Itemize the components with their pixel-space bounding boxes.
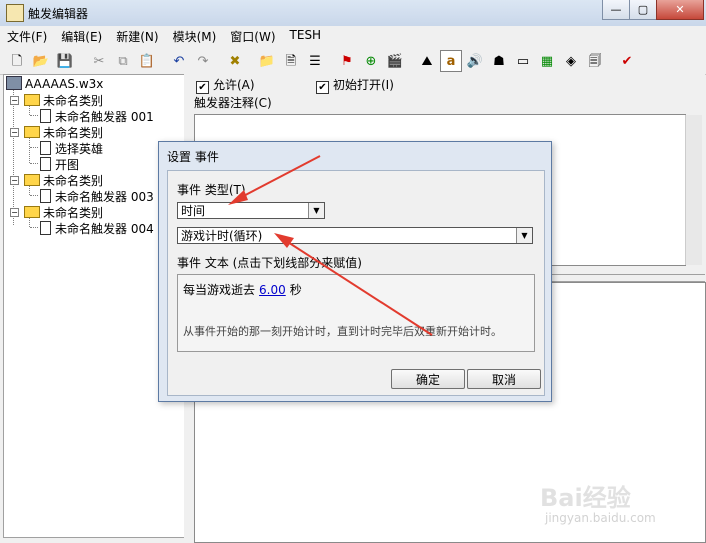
- seconds-value-link[interactable]: 6.00: [259, 283, 286, 297]
- new-category-icon[interactable]: 📁: [256, 50, 278, 72]
- tree-root-map[interactable]: AAAAAS.w3x: [6, 76, 103, 91]
- expander-cat1[interactable]: −: [10, 96, 19, 105]
- trigger-page-icon: [40, 189, 51, 203]
- new-action-icon[interactable]: 🎬: [384, 50, 406, 72]
- dropdown-arrow-icon[interactable]: ▼: [516, 228, 532, 243]
- object-editor-icon[interactable]: ☗: [488, 50, 510, 72]
- event-text-box: 每当游戏逝去 6.00 秒 从事件开始的那一刻开始计时，直到计时完毕后双重新开始计时…: [177, 274, 535, 352]
- event-type-select[interactable]: 时间 ▼: [177, 202, 325, 219]
- trigger-editor-icon[interactable]: a: [440, 50, 462, 72]
- folder-icon: [24, 94, 40, 106]
- tree-category-1[interactable]: 未命名类别: [24, 92, 103, 109]
- configure-event-dialog: 设置 事件 事件 类型(T) 时间 ▼ 游戏计时(循环) ▼ 事件 文本 (点击…: [158, 141, 552, 402]
- folder-icon: [24, 206, 40, 218]
- tree-trigger-open-map[interactable]: 开图: [40, 156, 79, 173]
- menu-tesh[interactable]: TESH: [283, 26, 329, 46]
- checkmark-icon: ✔: [316, 81, 329, 94]
- copy-icon[interactable]: ⧉: [112, 50, 134, 72]
- campaign-editor-icon[interactable]: ▭: [512, 50, 534, 72]
- object-manager-icon[interactable]: ◈: [560, 50, 582, 72]
- tree-trigger-001[interactable]: 未命名触发器 001: [40, 108, 154, 125]
- menu-window[interactable]: 窗口(W): [223, 26, 282, 46]
- ai-editor-icon[interactable]: ▦: [536, 50, 558, 72]
- new-event-flag-icon[interactable]: ⚑: [336, 50, 358, 72]
- comment-scrollbar[interactable]: [685, 115, 702, 265]
- menu-module[interactable]: 模块(M): [166, 26, 224, 46]
- minimize-button[interactable]: —: [602, 0, 630, 20]
- menu-edit[interactable]: 编辑(E): [54, 26, 109, 46]
- watermark-logo: Bai经验: [540, 484, 631, 512]
- cancel-button[interactable]: 取消: [467, 369, 541, 389]
- trigger-page-icon: [40, 221, 51, 235]
- ok-button[interactable]: 确定: [391, 369, 465, 389]
- new-condition-icon[interactable]: ⊕: [360, 50, 382, 72]
- delete-x-icon[interactable]: ✖: [224, 50, 246, 72]
- expander-cat2[interactable]: −: [10, 128, 19, 137]
- app-icon: [6, 4, 24, 22]
- toolbar: 🗋 📂 💾 ✂ ⧉ 📋 ↶ ↷ ✖ 📁 🗎 ☰ ⚑ ⊕ 🎬 ⛰ a 🔊 ☗ ▭ …: [0, 46, 706, 75]
- undo-icon[interactable]: ↶: [168, 50, 190, 72]
- cut-icon[interactable]: ✂: [88, 50, 110, 72]
- save-icon[interactable]: 💾: [54, 50, 76, 72]
- new-trigger-icon[interactable]: 🗎: [280, 50, 302, 72]
- maximize-button[interactable]: ▢: [629, 0, 657, 20]
- title-bar: 触发编辑器 — ▢ ✕: [0, 0, 706, 27]
- window-title: 触发编辑器: [28, 7, 89, 21]
- trigger-page-icon: [40, 109, 51, 123]
- sound-editor-icon[interactable]: 🔊: [464, 50, 486, 72]
- tree-trigger-select-hero[interactable]: 选择英雄: [40, 140, 103, 157]
- expander-cat4[interactable]: −: [10, 208, 19, 217]
- dialog-title: 设置 事件: [167, 150, 219, 164]
- event-text-label: 事件 文本 (点击下划线部分来赋值): [177, 256, 362, 270]
- folder-icon: [24, 174, 40, 186]
- new-file-icon[interactable]: 🗋: [6, 50, 28, 72]
- tree-trigger-004[interactable]: 未命名触发器 004: [40, 220, 154, 237]
- tree-category-3[interactable]: 未命名类别: [24, 172, 103, 189]
- redo-icon[interactable]: ↷: [192, 50, 214, 72]
- menu-file[interactable]: 文件(F): [0, 26, 54, 46]
- tree-category-2[interactable]: 未命名类别: [24, 124, 103, 141]
- menu-bar: 文件(F) 编辑(E) 新建(N) 模块(M) 窗口(W) TESH: [0, 26, 706, 46]
- open-folder-icon[interactable]: 📂: [30, 50, 52, 72]
- enabled-checkbox[interactable]: ✔ 允许(A): [196, 76, 255, 94]
- tree-category-4[interactable]: 未命名类别: [24, 204, 103, 221]
- event-select[interactable]: 游戏计时(循环) ▼: [177, 227, 533, 244]
- menu-new[interactable]: 新建(N): [109, 26, 165, 46]
- expander-cat3[interactable]: −: [10, 176, 19, 185]
- event-type-label: 事件 类型(T): [177, 183, 246, 197]
- close-button[interactable]: ✕: [656, 0, 704, 20]
- map-icon: [6, 76, 22, 90]
- dropdown-arrow-icon[interactable]: ▼: [308, 203, 324, 218]
- trigger-page-icon: [40, 141, 51, 155]
- import-manager-icon[interactable]: 🗐: [584, 50, 606, 72]
- initially-on-checkbox[interactable]: ✔ 初始打开(I): [316, 76, 394, 94]
- terrain-editor-icon[interactable]: ⛰: [416, 50, 438, 72]
- paste-icon[interactable]: 📋: [136, 50, 158, 72]
- folder-icon: [24, 126, 40, 138]
- comment-label: 触发器注释(C): [194, 96, 272, 110]
- watermark-url: jingyan.baidu.com: [545, 511, 656, 525]
- new-comment-icon[interactable]: ☰: [304, 50, 326, 72]
- event-description: 从事件开始的那一刻开始计时，直到计时完毕后双重新开始计时。: [183, 325, 502, 338]
- event-text-line: 每当游戏逝去 6.00 秒: [183, 283, 302, 297]
- trigger-page-icon: [40, 157, 51, 171]
- tree-trigger-003[interactable]: 未命名触发器 003: [40, 188, 154, 205]
- test-map-icon[interactable]: ✔: [616, 50, 638, 72]
- dialog-body: 事件 类型(T) 时间 ▼ 游戏计时(循环) ▼ 事件 文本 (点击下划线部分来…: [167, 170, 545, 396]
- checkmark-icon: ✔: [196, 81, 209, 94]
